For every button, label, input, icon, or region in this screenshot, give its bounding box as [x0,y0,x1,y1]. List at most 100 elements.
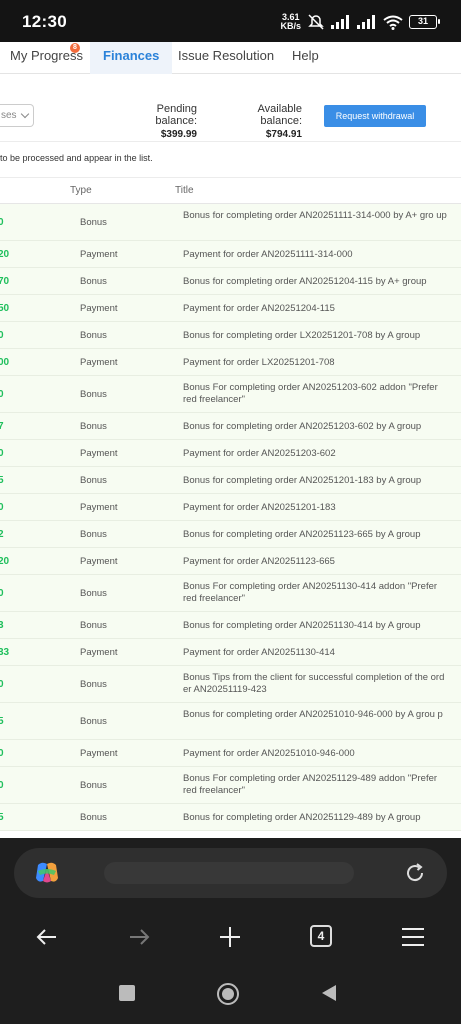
row-amount: 0 [0,330,4,341]
row-type: Bonus [80,276,107,287]
table-row[interactable]: 20 Payment Payment for order AN20251111-31… [0,241,461,268]
row-title: Payment for order AN20251130-414 [183,647,335,658]
table-row[interactable]: 0 Payment Payment for order AN20251010-946… [0,740,461,767]
status-icons: 3.61 KB/s 31 [280,12,440,32]
row-title: Payment for order AN20251111-314-000 [183,249,353,260]
recents-icon[interactable] [118,984,136,1002]
row-title: Bonus For completing order AN20251203-60… [183,382,438,405]
home-icon[interactable] [216,982,240,1006]
row-title: Bonus for completing order AN20251204-11… [183,276,427,287]
browser-toolbar: 4 [0,838,461,962]
row-title: Payment for order AN20251203-602 [183,448,336,459]
new-tab-icon[interactable] [217,924,243,950]
row-type: Bonus [80,389,107,400]
table-row[interactable]: 0 Bonus Bonus for completing order AN20251… [0,204,461,241]
row-title: Bonus for completing order AN20251111-31… [183,210,447,221]
request-withdrawal-button[interactable]: Request withdrawal [324,105,426,127]
pending-balance-label: Pending balance: [155,103,197,127]
forward-icon[interactable] [126,924,152,950]
table-row[interactable]: 5 Bonus Bonus for completing order AN20251… [0,703,461,740]
row-title: Bonus For completing order AN20251129-48… [183,773,438,796]
row-amount: 0 [0,679,4,690]
row-title: Payment for order AN20251010-946-000 [183,748,355,759]
row-amount: 0 [0,389,4,400]
row-type: Bonus [80,529,107,540]
balance-panel: ses Pending balance: $399.99 Available b… [0,74,461,142]
row-type: Bonus [80,421,107,432]
back-triangle-icon[interactable] [320,984,338,1002]
row-amount: 20 [0,249,10,260]
table-row[interactable]: 7 Bonus Bonus for completing order AN20251… [0,413,461,440]
row-type: Bonus [80,475,107,486]
table-row[interactable]: 0 Payment Payment for order AN20251203-602 [0,440,461,467]
tab-count-button[interactable]: 4 [310,925,332,947]
table-header: Type Title [0,178,461,204]
table-row[interactable]: 0 Bonus Bonus for completing order LX20251… [0,322,461,349]
table-row[interactable]: 33 Payment Payment for order AN20251130-41… [0,639,461,666]
row-amount: 0 [0,588,4,599]
row-type: Payment [80,357,118,368]
row-title: Bonus for completing order AN20251203-60… [183,421,422,432]
table-row[interactable]: 70 Bonus Bonus for completing order AN2025… [0,268,461,295]
row-amount: 5 [0,716,4,727]
row-amount: 00 [0,357,10,368]
table-row[interactable]: 0 Bonus Bonus For completing order AN20251… [0,575,461,612]
table-row[interactable]: 0 Bonus Bonus Tips from the client for suc… [0,666,461,703]
row-type: Bonus [80,620,107,631]
wifi-icon [383,15,403,30]
row-title: Bonus for completing order AN20251201-18… [183,475,422,486]
row-type: Payment [80,303,118,314]
row-title: Payment for order LX20251201-708 [183,357,335,368]
browser-nav-buttons: 4 [0,918,461,958]
table-row[interactable]: 20 Payment Payment for order AN20251123-66… [0,548,461,575]
row-title: Payment for order AN20251123-665 [183,556,335,567]
back-icon[interactable] [34,924,60,950]
table-row[interactable]: 2 Bonus Bonus for completing order AN20251… [0,521,461,548]
table-row[interactable]: 5 Bonus Bonus for completing order AN20251… [0,804,461,831]
available-balance: Available balance: $794.91 [218,103,302,140]
row-type: Payment [80,249,118,260]
mute-icon [308,14,324,30]
pending-balance-value: $399.99 [160,129,197,140]
table-row[interactable]: 0 Bonus Bonus For completing order AN20251… [0,376,461,413]
table-row[interactable]: 50 Payment Payment for order AN20251204-11… [0,295,461,322]
column-header-title: Title [175,185,194,196]
reload-icon[interactable] [403,861,427,885]
url-text[interactable] [104,862,354,884]
copilot-icon[interactable] [34,861,60,885]
row-title: Bonus For completing order AN20251130-41… [183,581,438,604]
available-balance-label: Available balance: [257,103,302,127]
row-amount: 70 [0,276,10,287]
transactions-table: 0 Bonus Bonus for completing order AN20251… [0,204,461,831]
row-title: Bonus for completing order LX20251201-70… [183,330,421,341]
table-row[interactable]: 3 Bonus Bonus for completing order AN20251… [0,612,461,639]
status-time: 12:30 [22,12,67,31]
filter-select[interactable]: ses [0,104,34,127]
table-row[interactable]: 0 Bonus Bonus For completing order AN20251… [0,767,461,804]
tab-help[interactable]: Help [292,48,319,63]
row-type: Payment [80,647,118,658]
row-amount: 0 [0,780,4,791]
table-row[interactable]: 00 Payment Payment for order LX20251201-70… [0,349,461,376]
row-amount: 20 [0,556,10,567]
table-row[interactable]: 5 Bonus Bonus for completing order AN20251… [0,467,461,494]
table-row[interactable]: 0 Payment Payment for order AN20251201-183 [0,494,461,521]
row-amount: 7 [0,421,4,432]
row-title: Payment for order AN20251204-115 [183,303,335,314]
address-bar[interactable] [14,848,447,898]
status-bar: 12:30 3.61 KB/s 31 [0,0,461,42]
row-type: Bonus [80,812,107,823]
tab-issue-resolution[interactable]: Issue Resolution [178,48,274,63]
menu-icon[interactable] [400,924,426,950]
row-amount: 2 [0,529,4,540]
nav-tabs: My Progress 8 Finances Issue Resolution … [0,42,461,74]
row-type: Payment [80,502,118,513]
battery-icon: 31 [409,15,440,29]
screen: 12:30 3.61 KB/s 31 My Progress 8 Finance… [0,0,461,1024]
column-header-type: Type [70,185,92,196]
system-nav-bar [0,962,461,1024]
signal-2-icon [357,15,375,29]
tab-finances[interactable]: Finances [90,42,173,74]
row-title: Bonus for completing order AN20251129-48… [183,812,421,823]
row-title: Bonus for completing order AN20251123-66… [183,529,421,540]
